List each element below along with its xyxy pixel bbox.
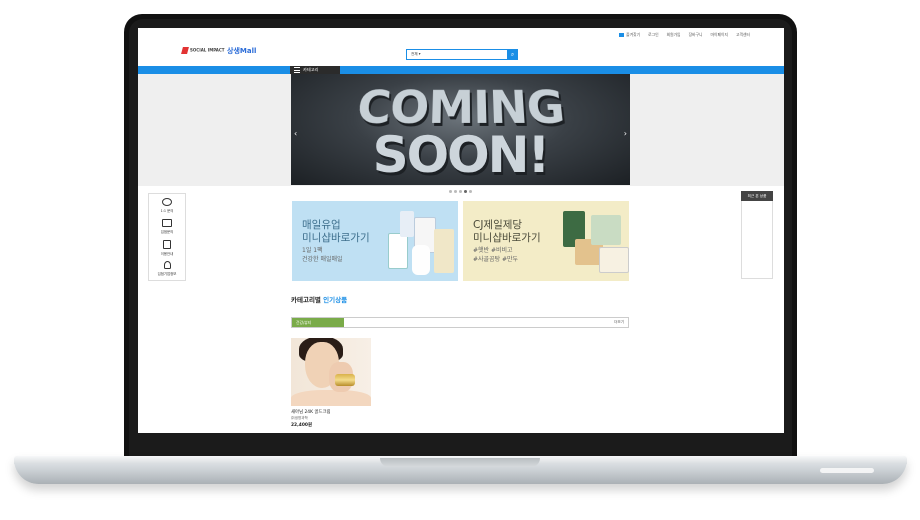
product-carton-image [400,211,414,237]
search-icon: ⌕ [510,51,515,58]
quick-menu-store-inquiry[interactable]: 입점문의 [149,219,185,234]
left-quick-menu: 1:1 문의 입점문의 이용안내 입점기업정보 [148,193,186,281]
product-carton-image [388,233,408,269]
hero-next-arrow-icon[interactable]: › [624,129,627,138]
quick-menu-inquiry[interactable]: 1:1 문의 [149,198,185,213]
chat-icon [162,198,172,206]
home-icon [619,33,625,37]
partner-mark-icon [181,47,189,54]
banner-title: CJ제일제당 미니샵바로가기 [473,219,541,244]
cream-jar [335,374,355,386]
hero-text-line2: SOON! [372,126,551,184]
lightbulb-icon [163,261,171,269]
category-tab-bar: 건강/뷰티 더보기 [291,317,629,328]
banner-maeil[interactable]: 매일유업 미니샵바로가기 1일 1팩 건강한 매일매일 [292,201,458,281]
banner-title: 매일유업 미니샵바로가기 [302,219,370,244]
product-brand: ㈜생명과학 [291,416,308,420]
quick-menu-guide[interactable]: 이용안내 [149,240,185,256]
nav-login[interactable]: 로그인 [648,32,658,38]
nav-customer-center[interactable]: 고객센터 [736,32,750,38]
hero-dot[interactable] [459,190,462,193]
product-pack-image [599,247,629,273]
laptop-notch [380,458,540,467]
category-menu-button[interactable]: 카테고리 [290,66,340,74]
search-category-select[interactable]: 전체 ▾ [407,52,443,57]
store-icon [162,219,172,227]
hero-prev-arrow-icon[interactable]: ‹ [294,129,297,138]
recent-items-box [741,201,773,279]
category-nav-bar [138,66,784,74]
product-pack-image [591,215,621,245]
search-button[interactable]: ⌕ [507,49,518,60]
model-shoulder [291,390,371,406]
clipboard-icon [163,240,171,249]
hamburger-icon [294,67,300,73]
nav-favorite[interactable]: 즐겨찾기 [619,32,640,38]
product-carton-image [434,229,454,273]
partner-logo[interactable]: SOCIAL IMPACT [181,47,225,54]
product-name[interactable]: 새아님 24K 골드크림 [291,409,331,415]
quick-menu-company-info[interactable]: 입점기업정보 [149,261,185,276]
hero-dot[interactable] [449,190,452,193]
nav-cart[interactable]: 장바구니 [689,32,703,38]
browser-screen: 즐겨찾기 로그인 회원가입 장바구니 마이페이지 고객센터 SOCIAL IMP… [138,28,784,433]
hero-dot[interactable] [454,190,457,193]
milk-glass-image [412,245,430,275]
search-input[interactable] [443,50,517,59]
search-bar: 전체 ▾ ⌕ [406,49,518,60]
top-utility-nav: 즐겨찾기 로그인 회원가입 장바구니 마이페이지 고객센터 [619,32,750,38]
banner-cj[interactable]: CJ제일제당 미니샵바로가기 #햇반 #비비고 #사골곰탕 #만두 [463,201,629,281]
product-image[interactable] [291,338,371,406]
more-link[interactable]: 더보기 [614,318,624,327]
product-price: 22,400원 [291,423,312,428]
section-title: 카테고리별 인기상품 [291,296,348,304]
tab-health-beauty[interactable]: 건강/뷰티 [292,318,344,327]
recent-items-header: 최근 본 상품 [741,191,773,201]
hero-dot[interactable] [469,190,472,193]
hero-dot-active[interactable] [464,190,467,193]
nav-signup[interactable]: 회원가입 [667,32,681,38]
laptop-sheen [820,468,874,473]
nav-mypage[interactable]: 마이페이지 [711,32,728,38]
banner-subtitle: #햇반 #비비고 #사골곰탕 #만두 [473,247,519,263]
mall-logo[interactable]: 상생Mall [227,46,256,56]
hero-pagination [449,190,472,193]
banner-subtitle: 1일 1팩 건강한 매일매일 [302,247,343,263]
hero-slider[interactable]: COMING SOON! ‹ › [291,74,630,185]
